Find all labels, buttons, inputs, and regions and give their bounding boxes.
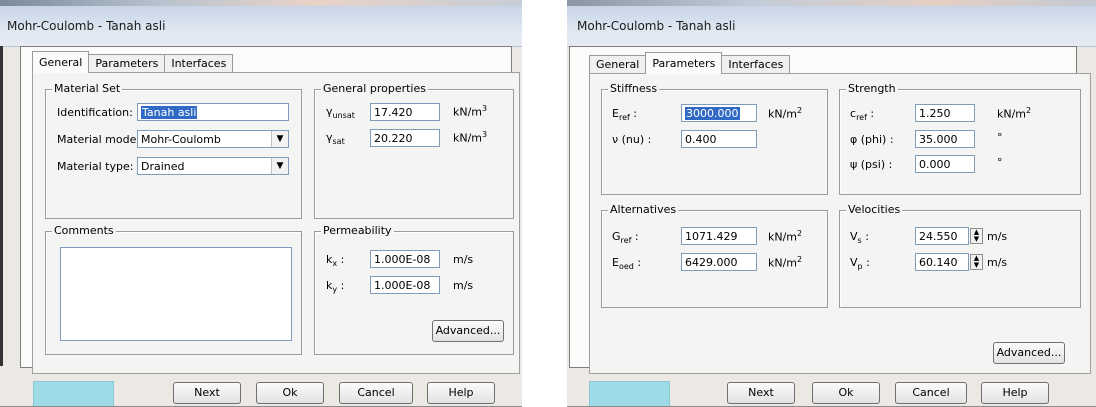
vs-label: Vs :	[850, 230, 869, 246]
vp-label: Vp :	[850, 256, 870, 272]
window-title: Mohr-Coulomb - Tanah asli	[0, 6, 522, 47]
tab-parameters[interactable]: Parameters	[88, 54, 166, 73]
identification-label: Identification:	[57, 106, 133, 119]
tab-interfaces[interactable]: Interfaces	[164, 54, 234, 73]
window-title: Mohr-Coulomb - Tanah asli	[567, 6, 1096, 47]
ky-input[interactable]: 1.000E-08	[370, 276, 440, 294]
eoed-label: Eoed :	[612, 256, 642, 272]
material-model-select[interactable]: Mohr-Coulomb ▼	[137, 130, 289, 148]
ky-label: ky :	[326, 279, 345, 295]
group-title: Strength	[846, 82, 898, 95]
vp-input[interactable]: 60.140	[915, 253, 969, 271]
kx-label: kx :	[326, 253, 345, 269]
cref-input[interactable]: 1.250	[915, 104, 975, 122]
cancel-button[interactable]: Cancel	[895, 382, 967, 404]
dialog-right: Mohr-Coulomb - Tanah asli General Parame…	[567, 0, 1096, 407]
tab-parameters[interactable]: Parameters	[645, 52, 723, 74]
status-swatch	[33, 381, 114, 407]
group-title: General properties	[321, 82, 428, 95]
material-type-label: Material type:	[57, 160, 134, 173]
vs-unit: m/s	[987, 230, 1008, 243]
cancel-button[interactable]: Cancel	[339, 382, 413, 404]
gref-input[interactable]: 1071.429	[681, 227, 757, 245]
psi-label: ψ (psi) :	[850, 158, 893, 171]
ok-button[interactable]: Ok	[256, 382, 324, 404]
help-button[interactable]: Help	[427, 382, 495, 404]
tab-interfaces[interactable]: Interfaces	[721, 55, 791, 74]
nu-label: ν (nu) :	[612, 133, 652, 146]
eref-input[interactable]: 3000.000	[681, 104, 757, 122]
advanced-button[interactable]: Advanced...	[993, 342, 1065, 364]
group-title: Comments	[52, 224, 116, 237]
gamma-sat-unit: kN/m3	[453, 130, 488, 145]
comments-textarea[interactable]	[60, 247, 292, 341]
cref-unit: kN/m2	[997, 106, 1032, 121]
vp-spinner[interactable]: ▲ ▼	[970, 254, 983, 270]
eref-label: Eref :	[612, 107, 638, 123]
ky-unit: m/s	[453, 279, 474, 292]
vs-input[interactable]: 24.550	[915, 227, 969, 245]
eref-value: 3000.000	[685, 107, 740, 120]
identification-input[interactable]: Tanah asli	[137, 103, 289, 121]
eoed-unit: kN/m2	[768, 255, 803, 270]
material-type-value: Drained	[141, 160, 185, 173]
gamma-sat-label: γsat	[326, 131, 345, 147]
next-button[interactable]: Next	[173, 382, 241, 404]
tab-general[interactable]: General	[589, 55, 647, 74]
status-swatch	[589, 381, 670, 407]
tab-general[interactable]: General	[32, 51, 90, 73]
spin-down-icon[interactable]: ▼	[974, 261, 979, 269]
material-model-value: Mohr-Coulomb	[141, 133, 221, 146]
identification-value: Tanah asli	[141, 106, 198, 119]
gref-unit: kN/m2	[768, 229, 803, 244]
tab-strip: General Parameters Interfaces	[589, 52, 791, 74]
help-button[interactable]: Help	[981, 382, 1049, 404]
gamma-sat-input[interactable]: 20.220	[370, 129, 440, 147]
gamma-unsat-label: γunsat	[326, 105, 355, 121]
phi-unit: °	[997, 131, 1003, 144]
group-title: Material Set	[52, 82, 123, 95]
eref-unit: kN/m2	[768, 106, 803, 121]
chevron-down-icon[interactable]: ▼	[271, 131, 288, 147]
psi-unit: °	[997, 156, 1003, 169]
group-title: Alternatives	[608, 203, 679, 216]
group-title: Velocities	[846, 203, 903, 216]
gamma-unsat-input[interactable]: 17.420	[370, 103, 440, 121]
kx-input[interactable]: 1.000E-08	[370, 250, 440, 268]
material-type-select[interactable]: Drained ▼	[137, 157, 289, 175]
gamma-unsat-unit: kN/m3	[453, 104, 488, 119]
next-button[interactable]: Next	[727, 382, 795, 404]
eoed-input[interactable]: 6429.000	[681, 253, 757, 271]
ok-button[interactable]: Ok	[812, 382, 880, 404]
nu-input[interactable]: 0.400	[681, 130, 757, 148]
dialog-left: Mohr-Coulomb - Tanah asli General Parame…	[0, 0, 522, 407]
group-title: Permeability	[321, 224, 394, 237]
phi-input[interactable]: 35.000	[915, 130, 975, 148]
vs-spinner[interactable]: ▲ ▼	[970, 228, 983, 244]
phi-label: φ (phi) :	[850, 133, 894, 146]
spin-down-icon[interactable]: ▼	[974, 235, 979, 243]
material-model-label: Material model:	[57, 133, 144, 146]
cref-label: cref :	[850, 107, 875, 123]
gref-label: Gref :	[612, 230, 639, 246]
tab-strip: General Parameters Interfaces	[32, 51, 234, 73]
window-left-edge	[0, 46, 3, 366]
chevron-down-icon[interactable]: ▼	[271, 158, 288, 174]
advanced-button[interactable]: Advanced...	[432, 320, 504, 342]
kx-unit: m/s	[453, 253, 474, 266]
group-title: Stiffness	[608, 82, 660, 95]
psi-input[interactable]: 0.000	[915, 155, 975, 173]
vp-unit: m/s	[987, 256, 1008, 269]
